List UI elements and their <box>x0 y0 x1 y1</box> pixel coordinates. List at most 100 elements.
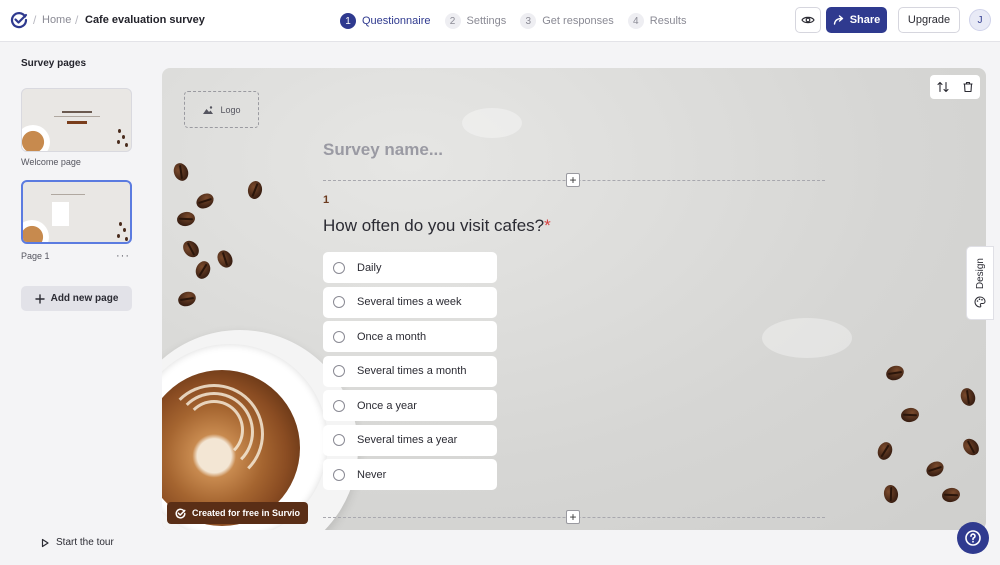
option-label: Once a month <box>357 330 427 343</box>
step-label: Questionnaire <box>362 15 431 27</box>
option-label: Daily <box>357 261 382 274</box>
badge-label: Created for free in Survio <box>192 508 301 518</box>
thumb-text-line <box>51 194 85 195</box>
thumb-title-line <box>62 111 92 113</box>
coffee-bean-image <box>193 190 217 212</box>
breadcrumb-separator: / <box>75 13 79 27</box>
step-get-responses[interactable]: 3 Get responses <box>520 13 614 29</box>
add-question-button[interactable]: + <box>566 173 580 187</box>
user-avatar[interactable]: J <box>969 9 991 31</box>
coffee-bean-icon <box>119 222 122 226</box>
trash-icon[interactable] <box>962 81 974 93</box>
answer-option[interactable]: Once a year <box>323 390 497 421</box>
coffee-bean-image <box>171 161 191 183</box>
preview-button[interactable] <box>795 7 821 33</box>
radio-button[interactable] <box>333 434 345 446</box>
sidebar-title: Survey pages <box>21 58 87 69</box>
radio-button[interactable] <box>333 296 345 308</box>
breadcrumb-separator: / <box>33 13 37 27</box>
answer-option[interactable]: Daily <box>323 252 497 283</box>
survey-title: Cafe evaluation survey <box>85 14 205 26</box>
start-tour-label: Start the tour <box>56 537 114 548</box>
coffee-bean-image <box>175 210 197 228</box>
radio-button[interactable] <box>333 468 345 481</box>
coffee-bean-image <box>214 247 236 271</box>
coffee-cup-icon <box>22 125 50 151</box>
radio-button[interactable] <box>333 261 345 274</box>
survey-canvas: Logo Survey name... + 1 How often do you… <box>162 68 986 530</box>
thumb-text-line <box>54 116 100 117</box>
answer-options: Daily Several times a week Once a month … <box>323 252 497 494</box>
radio-button[interactable] <box>333 399 345 412</box>
survio-logo-icon[interactable] <box>10 11 28 29</box>
option-label: Once a year <box>357 399 417 412</box>
step-results[interactable]: 4 Results <box>627 13 687 29</box>
option-label: Several times a year <box>357 434 458 446</box>
thumb-button-line <box>67 121 87 124</box>
coffee-bean-image <box>176 289 198 309</box>
required-marker: * <box>544 216 551 235</box>
question-number: 1 <box>323 194 330 206</box>
coffee-bean-image <box>884 363 906 383</box>
thumb-options-block <box>52 202 69 226</box>
add-new-page-button[interactable]: Add new page <box>21 286 132 311</box>
step-label: Settings <box>466 15 507 27</box>
design-label: Design <box>974 258 986 290</box>
page-more-options-button[interactable]: ··· <box>116 250 130 262</box>
question-text[interactable]: How often do you visit cafes?* <box>323 216 551 236</box>
texture-speck <box>762 318 852 358</box>
coffee-bean-icon <box>118 129 121 133</box>
page-label-page-1: Page 1 <box>21 251 50 261</box>
texture-speck <box>462 108 522 138</box>
radio-button[interactable] <box>333 330 345 343</box>
swap-icon[interactable] <box>936 81 949 93</box>
coffee-bean-icon <box>123 228 126 232</box>
design-panel-tab[interactable]: Design <box>966 246 994 320</box>
option-label: Several times a week <box>357 296 462 308</box>
coffee-bean-image <box>193 259 213 281</box>
help-button[interactable] <box>957 522 989 554</box>
eye-icon <box>801 16 815 24</box>
coffee-bean-image <box>899 406 921 424</box>
step-label: Get responses <box>542 15 614 27</box>
coffee-bean-image <box>958 386 978 408</box>
option-label: Several times a month <box>357 365 467 377</box>
step-label: Results <box>649 15 687 27</box>
radio-button[interactable] <box>333 365 345 377</box>
answer-option[interactable]: Several times a year <box>323 424 497 456</box>
breadcrumb-home-link[interactable]: Home <box>42 14 71 26</box>
palette-icon <box>974 296 986 308</box>
wizard-steps: 1 Questionnaire 2 Settings 3 Get respons… <box>340 11 700 31</box>
option-label: Never <box>357 468 387 481</box>
plus-icon <box>34 293 45 304</box>
answer-option[interactable]: Several times a week <box>323 286 497 318</box>
page-thumbnail-welcome[interactable] <box>21 88 132 152</box>
coffee-bean-icon <box>125 237 128 241</box>
canvas-tools <box>930 75 980 99</box>
play-icon <box>41 538 49 547</box>
coffee-bean-image <box>940 486 962 504</box>
upgrade-button[interactable]: Upgrade <box>898 7 960 33</box>
step-questionnaire[interactable]: 1 Questionnaire <box>340 13 431 29</box>
answer-option[interactable]: Once a month <box>323 321 497 352</box>
page-label-welcome: Welcome page <box>21 157 81 167</box>
survio-check-icon <box>175 508 186 519</box>
logo-upload-slot[interactable]: Logo <box>184 91 259 128</box>
page-thumbnail-page-1[interactable] <box>21 180 132 244</box>
survey-name-field[interactable]: Survey name... <box>323 140 443 160</box>
step-number: 3 <box>520 13 537 29</box>
step-settings[interactable]: 2 Settings <box>444 13 507 29</box>
top-bar: / Home / Cafe evaluation survey 1 Questi… <box>0 0 1000 42</box>
created-in-survio-badge[interactable]: Created for free in Survio <box>167 502 309 524</box>
image-icon <box>203 105 214 114</box>
start-tour-button[interactable]: Start the tour <box>40 537 114 548</box>
coffee-cup-icon <box>23 220 49 242</box>
coffee-bean-icon <box>117 234 120 238</box>
add-question-button[interactable]: + <box>566 510 580 524</box>
coffee-bean-icon <box>125 143 128 147</box>
answer-option[interactable]: Several times a month <box>323 355 497 387</box>
question-title: How often do you visit cafes? <box>323 216 545 235</box>
share-button[interactable]: Share <box>826 7 887 33</box>
answer-option[interactable]: Never <box>323 459 497 490</box>
step-number: 2 <box>444 13 461 29</box>
